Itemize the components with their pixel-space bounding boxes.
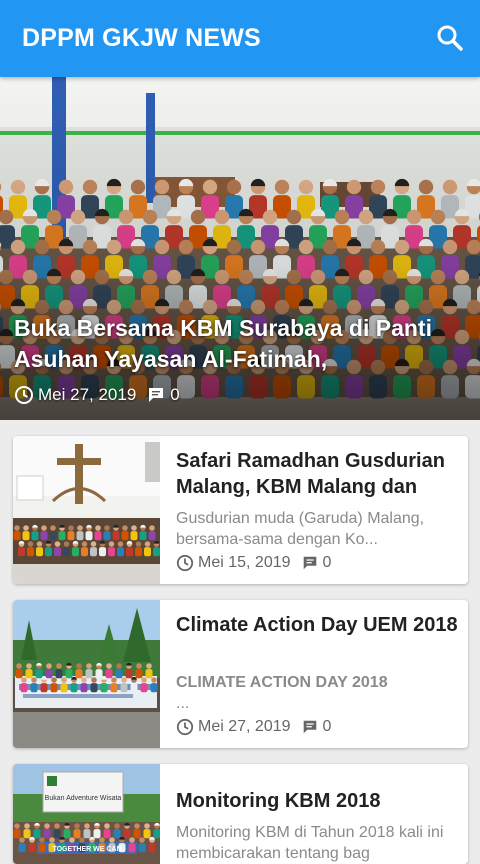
banner-text-2: TOGETHER WE CAN — [52, 846, 121, 853]
clock-icon — [176, 718, 194, 736]
app-bar: DPPM GKJW NEWS — [0, 0, 480, 77]
article-excerpt-more: ... — [176, 695, 190, 712]
article-comment-count: 0 — [322, 554, 332, 571]
featured-title[interactable]: Buka Bersama KBM Surabaya di Panti Asuha… — [14, 313, 464, 375]
article-meta: Mei 15, 2019 0 — [176, 552, 331, 574]
article-card[interactable]: Safari Ramadhan Gusdurian Malang, KBM Ma… — [13, 436, 468, 584]
article-body: Safari Ramadhan Gusdurian Malang, KBM Ma… — [176, 448, 458, 550]
clock-icon — [176, 554, 194, 572]
featured-article[interactable]: Buka Bersama KBM Surabaya di Panti Asuha… — [0, 77, 480, 420]
search-button[interactable] — [434, 22, 466, 54]
article-comment-count: 0 — [322, 718, 332, 735]
article-title[interactable]: Safari Ramadhan Gusdurian Malang, KBM Ma… — [176, 448, 458, 500]
comment-icon — [303, 720, 316, 734]
article-thumbnail — [13, 436, 160, 584]
clock-icon — [15, 386, 33, 404]
featured-meta: Mei 27, 2019 0 — [14, 383, 180, 407]
article-thumbnail — [13, 600, 160, 748]
article-excerpt: Gusdurian muda (Garuda) Malang, bersama-… — [176, 510, 425, 548]
comment-icon — [303, 556, 316, 570]
article-title[interactable]: Climate Action Day UEM 2018 — [176, 612, 458, 664]
article-date: Mei 15, 2019 — [198, 554, 291, 571]
article-card[interactable]: Bukan Adventure Wisata TOGETHER WE CAN M… — [13, 764, 468, 864]
app-title: DPPM GKJW NEWS — [22, 24, 261, 52]
article-title[interactable]: Monitoring KBM 2018 — [176, 788, 458, 814]
search-icon — [437, 25, 463, 51]
banner-text: Bukan Adventure Wisata — [45, 795, 122, 802]
article-excerpt: Monitoring KBM di Tahun 2018 kali ini me… — [176, 824, 444, 862]
article-body: Monitoring KBM 2018 Monitoring KBM di Ta… — [176, 776, 458, 864]
article-thumbnail: Bukan Adventure Wisata TOGETHER WE CAN — [13, 764, 160, 864]
article-meta: Mei 27, 2019 0 — [176, 716, 331, 738]
article-excerpt: CLIMATE ACTION DAY 2018 — [176, 674, 388, 691]
article-date: Mei 27, 2019 — [198, 718, 291, 735]
featured-comment-count: 0 — [170, 385, 180, 404]
article-body: Climate Action Day UEM 2018 CLIMATE ACTI… — [176, 612, 458, 714]
comment-icon — [149, 388, 164, 402]
article-card[interactable]: Climate Action Day UEM 2018 CLIMATE ACTI… — [13, 600, 468, 748]
featured-date: Mei 27, 2019 — [38, 385, 137, 404]
